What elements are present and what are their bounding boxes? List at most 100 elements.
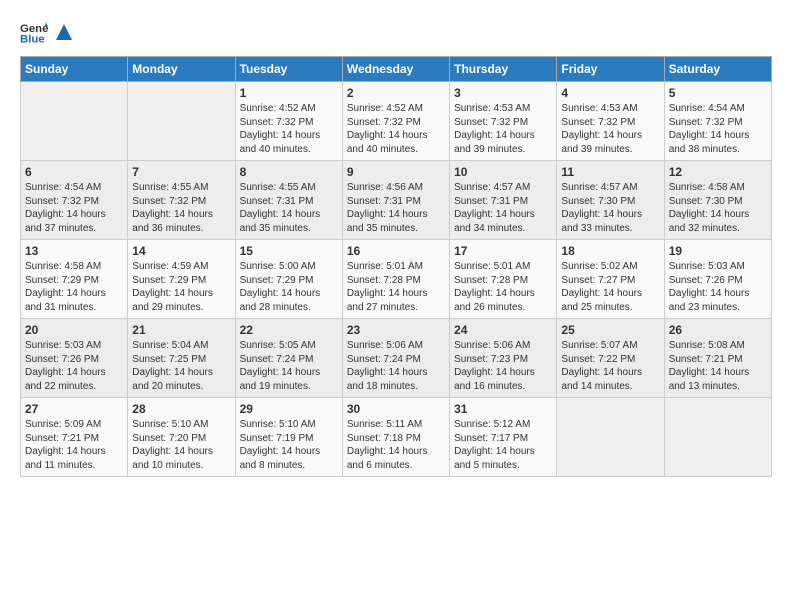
day-cell: 29 Sunrise: 5:10 AM Sunset: 7:19 PM Dayl…: [235, 398, 342, 477]
sunrise-text: Sunrise: 4:58 AM: [669, 182, 745, 193]
sunrise-text: Sunrise: 5:08 AM: [669, 340, 745, 351]
cell-info: Sunrise: 4:57 AM Sunset: 7:31 PM Dayligh…: [454, 181, 552, 235]
cell-info: Sunrise: 4:54 AM Sunset: 7:32 PM Dayligh…: [669, 102, 767, 156]
sunrise-text: Sunrise: 5:10 AM: [240, 419, 316, 430]
cell-info: Sunrise: 4:52 AM Sunset: 7:32 PM Dayligh…: [347, 102, 445, 156]
daylight-text: Daylight: 14 hours and 40 minutes.: [347, 130, 428, 155]
cell-info: Sunrise: 5:10 AM Sunset: 7:19 PM Dayligh…: [240, 418, 338, 472]
sunset-text: Sunset: 7:30 PM: [561, 196, 635, 207]
sunset-text: Sunset: 7:28 PM: [347, 275, 421, 286]
daylight-text: Daylight: 14 hours and 14 minutes.: [561, 367, 642, 392]
sunset-text: Sunset: 7:31 PM: [240, 196, 314, 207]
day-cell: 20 Sunrise: 5:03 AM Sunset: 7:26 PM Dayl…: [21, 319, 128, 398]
daylight-text: Daylight: 14 hours and 35 minutes.: [347, 209, 428, 234]
daylight-text: Daylight: 14 hours and 36 minutes.: [132, 209, 213, 234]
daylight-text: Daylight: 14 hours and 38 minutes.: [669, 130, 750, 155]
day-number: 11: [561, 165, 659, 179]
sunset-text: Sunset: 7:19 PM: [240, 433, 314, 444]
cell-info: Sunrise: 5:10 AM Sunset: 7:20 PM Dayligh…: [132, 418, 230, 472]
week-row-3: 13 Sunrise: 4:58 AM Sunset: 7:29 PM Dayl…: [21, 240, 772, 319]
sunrise-text: Sunrise: 4:57 AM: [561, 182, 637, 193]
day-cell: 31 Sunrise: 5:12 AM Sunset: 7:17 PM Dayl…: [450, 398, 557, 477]
day-number: 13: [25, 244, 123, 258]
daylight-text: Daylight: 14 hours and 29 minutes.: [132, 288, 213, 313]
day-number: 27: [25, 402, 123, 416]
day-cell: 22 Sunrise: 5:05 AM Sunset: 7:24 PM Dayl…: [235, 319, 342, 398]
sunset-text: Sunset: 7:27 PM: [561, 275, 635, 286]
day-cell: 24 Sunrise: 5:06 AM Sunset: 7:23 PM Dayl…: [450, 319, 557, 398]
day-cell: 12 Sunrise: 4:58 AM Sunset: 7:30 PM Dayl…: [664, 161, 771, 240]
sunset-text: Sunset: 7:26 PM: [25, 354, 99, 365]
day-cell: [664, 398, 771, 477]
sunrise-text: Sunrise: 4:59 AM: [132, 261, 208, 272]
sunrise-text: Sunrise: 5:09 AM: [25, 419, 101, 430]
sunset-text: Sunset: 7:31 PM: [454, 196, 528, 207]
sunset-text: Sunset: 7:30 PM: [669, 196, 743, 207]
calendar-body: 1 Sunrise: 4:52 AM Sunset: 7:32 PM Dayli…: [21, 82, 772, 477]
day-number: 24: [454, 323, 552, 337]
week-row-1: 1 Sunrise: 4:52 AM Sunset: 7:32 PM Dayli…: [21, 82, 772, 161]
sunset-text: Sunset: 7:32 PM: [347, 117, 421, 128]
day-cell: 4 Sunrise: 4:53 AM Sunset: 7:32 PM Dayli…: [557, 82, 664, 161]
sunrise-text: Sunrise: 5:10 AM: [132, 419, 208, 430]
daylight-text: Daylight: 14 hours and 40 minutes.: [240, 130, 321, 155]
day-number: 29: [240, 402, 338, 416]
day-number: 31: [454, 402, 552, 416]
header-cell-thursday: Thursday: [450, 57, 557, 82]
day-cell: 16 Sunrise: 5:01 AM Sunset: 7:28 PM Dayl…: [342, 240, 449, 319]
header: General Blue: [20, 18, 772, 46]
day-number: 23: [347, 323, 445, 337]
cell-info: Sunrise: 4:54 AM Sunset: 7:32 PM Dayligh…: [25, 181, 123, 235]
week-row-4: 20 Sunrise: 5:03 AM Sunset: 7:26 PM Dayl…: [21, 319, 772, 398]
day-number: 9: [347, 165, 445, 179]
calendar-header: SundayMondayTuesdayWednesdayThursdayFrid…: [21, 57, 772, 82]
sunset-text: Sunset: 7:28 PM: [454, 275, 528, 286]
logo: General Blue: [20, 18, 74, 46]
calendar-table: SundayMondayTuesdayWednesdayThursdayFrid…: [20, 56, 772, 477]
cell-info: Sunrise: 5:06 AM Sunset: 7:23 PM Dayligh…: [454, 339, 552, 393]
sunrise-text: Sunrise: 4:53 AM: [454, 103, 530, 114]
header-cell-saturday: Saturday: [664, 57, 771, 82]
logo-icon: General Blue: [20, 18, 48, 46]
cell-info: Sunrise: 5:11 AM Sunset: 7:18 PM Dayligh…: [347, 418, 445, 472]
cell-info: Sunrise: 5:02 AM Sunset: 7:27 PM Dayligh…: [561, 260, 659, 314]
cell-info: Sunrise: 5:07 AM Sunset: 7:22 PM Dayligh…: [561, 339, 659, 393]
sunset-text: Sunset: 7:32 PM: [240, 117, 314, 128]
daylight-text: Daylight: 14 hours and 26 minutes.: [454, 288, 535, 313]
sunset-text: Sunset: 7:32 PM: [25, 196, 99, 207]
calendar-page: General Blue SundayMondayTuesdayWed: [0, 0, 792, 612]
cell-info: Sunrise: 4:55 AM Sunset: 7:31 PM Dayligh…: [240, 181, 338, 235]
sunrise-text: Sunrise: 4:57 AM: [454, 182, 530, 193]
sunset-text: Sunset: 7:24 PM: [240, 354, 314, 365]
cell-info: Sunrise: 4:58 AM Sunset: 7:29 PM Dayligh…: [25, 260, 123, 314]
sunrise-text: Sunrise: 4:52 AM: [347, 103, 423, 114]
sunrise-text: Sunrise: 5:02 AM: [561, 261, 637, 272]
logo-text-block: [52, 22, 74, 42]
header-cell-tuesday: Tuesday: [235, 57, 342, 82]
cell-info: Sunrise: 5:12 AM Sunset: 7:17 PM Dayligh…: [454, 418, 552, 472]
daylight-text: Daylight: 14 hours and 28 minutes.: [240, 288, 321, 313]
sunset-text: Sunset: 7:25 PM: [132, 354, 206, 365]
day-number: 16: [347, 244, 445, 258]
sunrise-text: Sunrise: 5:11 AM: [347, 419, 422, 430]
day-number: 25: [561, 323, 659, 337]
header-cell-wednesday: Wednesday: [342, 57, 449, 82]
day-number: 6: [25, 165, 123, 179]
cell-info: Sunrise: 4:58 AM Sunset: 7:30 PM Dayligh…: [669, 181, 767, 235]
daylight-text: Daylight: 14 hours and 10 minutes.: [132, 446, 213, 471]
day-cell: 11 Sunrise: 4:57 AM Sunset: 7:30 PM Dayl…: [557, 161, 664, 240]
daylight-text: Daylight: 14 hours and 37 minutes.: [25, 209, 106, 234]
sunrise-text: Sunrise: 5:05 AM: [240, 340, 316, 351]
sunrise-text: Sunrise: 5:04 AM: [132, 340, 208, 351]
day-number: 30: [347, 402, 445, 416]
sunrise-text: Sunrise: 5:06 AM: [454, 340, 530, 351]
sunset-text: Sunset: 7:29 PM: [25, 275, 99, 286]
cell-info: Sunrise: 5:03 AM Sunset: 7:26 PM Dayligh…: [669, 260, 767, 314]
day-cell: [128, 82, 235, 161]
header-cell-monday: Monday: [128, 57, 235, 82]
day-cell: 3 Sunrise: 4:53 AM Sunset: 7:32 PM Dayli…: [450, 82, 557, 161]
day-cell: 19 Sunrise: 5:03 AM Sunset: 7:26 PM Dayl…: [664, 240, 771, 319]
sunrise-text: Sunrise: 4:54 AM: [25, 182, 101, 193]
sunset-text: Sunset: 7:32 PM: [669, 117, 743, 128]
sunset-text: Sunset: 7:21 PM: [25, 433, 99, 444]
